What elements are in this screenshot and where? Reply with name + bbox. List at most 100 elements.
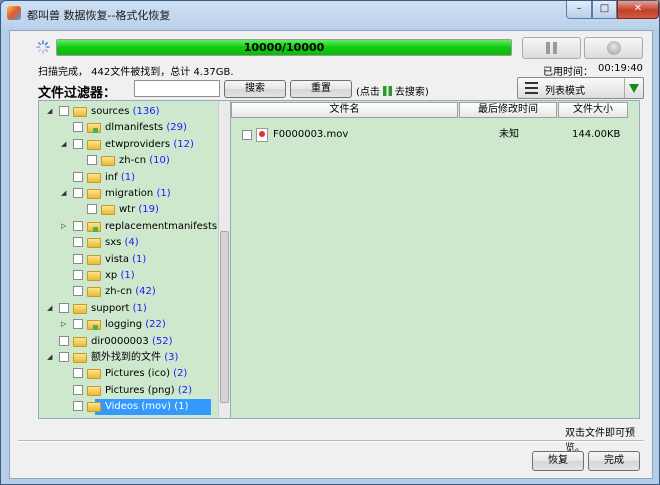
folder-tree[interactable]: Videos (mov) (1) Pictures (png) (2) Pictur… [38, 100, 232, 419]
file-checkbox[interactable] [242, 130, 252, 140]
collapse-arrow-icon[interactable]: ◢ [47, 304, 53, 311]
tree-node[interactable]: ◢ migration (1) [39, 186, 219, 202]
tree-node-label: zh-cn (42) [103, 284, 158, 300]
tree-node-name: replacementmanifests [105, 220, 218, 232]
tree-node-checkbox[interactable] [59, 352, 69, 362]
tree-node-checkbox[interactable] [73, 401, 83, 412]
folder-icon [87, 287, 101, 298]
tree-node-checkbox[interactable] [73, 138, 83, 149]
search-button[interactable]: 搜索 [224, 80, 286, 98]
tree-node[interactable]: dlmanifests (29) [39, 120, 219, 136]
elapsed-time-label: 已用时间： [543, 67, 593, 78]
column-header-name[interactable]: 文件名 [231, 102, 458, 118]
tree-node[interactable]: inf (1) [39, 170, 219, 186]
tree-node[interactable]: dir0000003 (52) [39, 334, 219, 350]
folder-icon [87, 172, 101, 183]
tree-node-checkbox[interactable] [73, 253, 83, 264]
tree-node[interactable]: Videos (mov) (1) [73, 399, 211, 416]
collapse-arrow-icon[interactable]: ◢ [61, 190, 67, 197]
tree-node-label: Pictures (ico) (2) [103, 366, 189, 382]
folder-icon [73, 107, 87, 117]
close-button[interactable]: ✕ [617, 1, 659, 19]
window-title: 都叫兽 数据恢复--格式化恢复 [27, 9, 171, 22]
filter-go-icon [382, 86, 392, 96]
folder-icon [87, 189, 101, 199]
tree-node-label: support (1) [89, 301, 149, 317]
tree-node-count: (12) [173, 138, 194, 150]
tree-node-checkbox[interactable] [73, 286, 83, 297]
tree-node-count: (29) [166, 122, 187, 134]
tree-node-name: xp [105, 270, 118, 281]
file-modified: 未知 [499, 129, 519, 140]
tree-node[interactable]: ◢ support (1) [39, 301, 219, 317]
column-header-modified[interactable]: 最后修改时间 [459, 102, 557, 118]
finish-button[interactable]: 完成 [588, 451, 640, 471]
collapse-arrow-icon [47, 338, 53, 344]
collapse-arrow-icon [75, 157, 81, 163]
collapse-arrow-icon[interactable]: ◢ [47, 108, 53, 115]
collapse-arrow-icon[interactable]: ◢ [61, 140, 67, 147]
tree-node-label: migration (1) [103, 186, 173, 202]
tree-node[interactable]: vista (1) [39, 252, 219, 268]
folder-icon [87, 402, 101, 413]
reset-button[interactable]: 重置 [290, 80, 352, 98]
main-panel: 10000/10000 扫描完成， 442文件被找到，总计 4.37GB. 已用… [9, 30, 653, 479]
tree-node-checkbox[interactable] [73, 368, 83, 379]
folder-icon [101, 156, 115, 167]
tree-node-checkbox[interactable] [73, 220, 83, 231]
tree-node-name: Videos (mov) [105, 401, 171, 413]
tree-node-count: (42) [135, 286, 156, 298]
tree-node[interactable]: ▷ logging (22) [39, 317, 219, 333]
chevron-down-icon[interactable] [624, 78, 643, 98]
expand-arrow-icon[interactable]: ▷ [61, 222, 67, 229]
folder-icon [73, 353, 87, 363]
tree-node[interactable]: Pictures (ico) (2) [39, 366, 219, 382]
tree-node-checkbox[interactable] [73, 171, 83, 182]
tree-node-checkbox[interactable] [87, 155, 97, 166]
tree-node-count: (1) [174, 401, 189, 413]
tree-node[interactable]: Pictures (png) (2) [39, 383, 219, 399]
maximize-button[interactable]: □ [592, 1, 617, 19]
tree-node-checkbox[interactable] [59, 335, 69, 346]
tree-node-checkbox[interactable] [87, 204, 97, 215]
folder-icon [87, 271, 101, 281]
file-row[interactable]: F0000003.mov 未知 144.00KB [231, 127, 639, 143]
tree-node-label: logging (22) [103, 317, 168, 333]
tree-node-label: 额外找到的文件 (3) [89, 350, 180, 366]
tree-node[interactable]: zh-cn (10) [39, 153, 219, 169]
preview-hint: 双击文件即可预览。 [565, 428, 635, 454]
stop-button[interactable] [584, 37, 643, 59]
tree-node[interactable]: ◢ etwproviders (12) [39, 137, 219, 153]
tree-node[interactable]: ◢ sources (136) [39, 104, 219, 120]
recover-button[interactable]: 恢复 [532, 451, 584, 471]
tree-node[interactable]: wtr (19) [39, 202, 219, 218]
tree-node-label: inf (1) [103, 170, 137, 186]
tree-scrollbar-thumb[interactable] [220, 231, 229, 403]
minimize-button[interactable]: – [566, 1, 592, 19]
tree-node[interactable]: ◢ 额外找到的文件 (3) [39, 350, 219, 366]
tree-node-checkbox[interactable] [59, 302, 69, 313]
scan-progress-bar: 10000/10000 [56, 39, 512, 56]
tree-node-checkbox[interactable] [59, 106, 69, 116]
file-filter-input[interactable] [134, 80, 220, 97]
tree-node-name: Pictures (ico) [105, 368, 170, 380]
tree-node-checkbox[interactable] [73, 237, 83, 248]
tree-node[interactable]: sxs (4) [39, 235, 219, 251]
tree-node-checkbox[interactable] [73, 319, 83, 330]
collapse-arrow-icon[interactable]: ◢ [47, 354, 53, 361]
tree-node[interactable]: xp (1) [39, 268, 219, 284]
tree-node-label: dir0000003 (52) [89, 334, 175, 350]
tree-node-count: (4) [124, 237, 139, 249]
view-mode-dropdown[interactable]: 列表模式 [517, 77, 644, 99]
expand-arrow-icon[interactable]: ▷ [61, 321, 67, 328]
pause-button[interactable] [522, 37, 581, 59]
tree-node-checkbox[interactable] [73, 188, 83, 198]
tree-node[interactable]: zh-cn (42) [39, 284, 219, 300]
tree-node-checkbox[interactable] [73, 270, 83, 280]
column-header-size[interactable]: 文件大小 [558, 102, 628, 118]
tree-node[interactable]: ▷ replacementmanifests (3 [39, 219, 231, 235]
tree-node-checkbox[interactable] [73, 122, 83, 133]
folder-icon [87, 385, 101, 396]
collapse-arrow-icon [61, 239, 67, 245]
tree-node-checkbox[interactable] [73, 384, 83, 395]
